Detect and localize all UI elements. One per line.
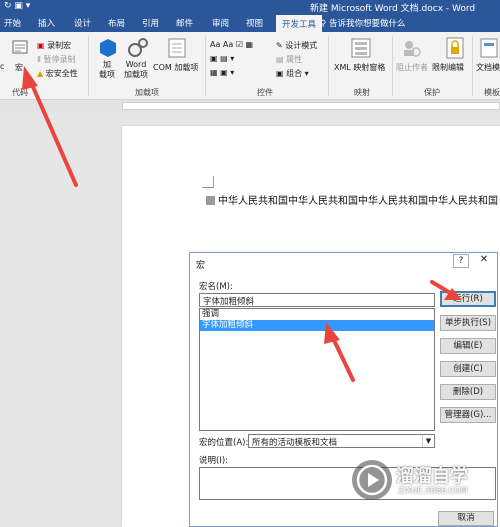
block-authors-icon [404,41,421,57]
text-controls-row[interactable]: Aa Aa ☑ ▦ [210,40,253,49]
watermark-logo: 溜溜自学 ZIXUE.3D66.COM [352,460,500,510]
xml-mapping-icon [351,38,371,58]
warning-icon: ▲ [37,69,44,78]
play-icon [356,464,388,496]
dialog-title: 宏 [196,261,206,271]
ribbon-separator [472,36,473,96]
description-label: 说明(I): [199,456,229,466]
com-addins-button[interactable]: COM 加载项 [153,62,198,73]
ribbon-tabs: 开始 插入 设计 布局 引用 邮件 审阅 视图 开发工具 ⚲ 告诉我你想要做什么 [0,14,500,32]
create-button[interactable]: 创建(C) [440,361,496,377]
ribbon-separator [328,36,329,96]
organizer-button[interactable]: 管理器(G)... [440,407,496,423]
macro-list-item[interactable]: 强调 [200,309,434,320]
document-template-button[interactable]: 文档模 [476,62,500,73]
delete-button[interactable]: 删除(D) [440,384,496,400]
ribbon-separator [392,36,393,96]
edit-button[interactable]: 编辑(E) [440,338,496,354]
macros-icon [12,40,28,54]
run-button[interactable]: 运行(R) [440,291,496,307]
properties-button[interactable]: ▤ 属性 [276,54,302,65]
macro-location-select[interactable]: 所有的活动模板和文档 ▼ [248,434,435,448]
macro-location-value: 所有的活动模板和文档 [252,438,338,448]
ribbon-separator [88,36,89,96]
group-label-addins: 加载项 [135,88,159,97]
design-mode-button[interactable]: ✎ 设计模式 [276,40,317,51]
com-addins-icon [168,38,186,58]
horizontal-ruler[interactable] [0,100,500,112]
gear-icon [128,38,148,57]
properties-icon: ▤ [276,55,284,64]
help-button[interactable]: ? [453,254,469,268]
watermark-brand: 溜溜自学 [396,466,468,487]
picture-controls-row[interactable]: ▣ ▤ ▾ [210,54,234,63]
cursor-marker [206,196,215,205]
group-icon: ▣ [276,69,284,78]
search-icon: ⚲ [320,19,329,29]
tab-home[interactable]: 开始 [4,17,21,29]
tell-me-text: 告诉我你想要做什么 [328,19,406,29]
tab-view[interactable]: 视图 [246,17,263,29]
addins-icon [100,39,116,57]
tab-review[interactable]: 审阅 [212,17,229,29]
block-authors-button[interactable]: 阻止作者 [396,62,428,73]
step-into-button[interactable]: 单步执行(S) [440,315,496,331]
margin-corner-mark [202,176,214,188]
close-icon[interactable]: ✕ [476,254,492,268]
title-bar: ↻ ▣ ▾ 新建 Microsoft Word 文档.docx - Word [0,0,500,14]
macro-list-item-selected[interactable]: 字体加粗倾斜 [200,320,434,331]
design-mode-icon: ✎ [276,41,283,50]
macros-button[interactable]: 宏 [15,62,23,73]
record-icon: ▣ [37,41,45,50]
record-macro-button[interactable]: ▣ 录制宏 [37,40,71,51]
cancel-button[interactable]: 取消 [438,511,494,526]
macro-list[interactable]: 强调 字体加粗倾斜 [199,308,435,431]
quick-access-toolbar[interactable]: ↻ ▣ ▾ [4,1,30,11]
ruler-bar [122,102,500,110]
watermark-url: ZIXUE.3D66.COM [398,486,468,495]
group-label-templates: 模板 [484,88,500,97]
tell-me-search[interactable]: ⚲ 告诉我你想要做什么 [320,17,405,29]
tab-references[interactable]: 引用 [142,17,159,29]
macro-location-label: 宏的位置(A): [199,438,249,448]
visual-basic-cut-label[interactable]: c [0,62,4,71]
tab-developer[interactable]: 开发工具 [276,15,323,32]
legacy-controls-row[interactable]: ▦ ▣ ▾ [210,68,234,77]
tab-insert[interactable]: 插入 [38,17,55,29]
ribbon: c 宏 ▣ 录制宏 Ⅱ 暂停录制 ▲ 宏安全性 代码 加 载项 Word 加载项… [0,32,500,100]
tab-layout[interactable]: 布局 [108,17,125,29]
document-text: 中华人民共和国中华人民共和国中华人民共和国中华人民共和国 [218,196,498,207]
window-title: 新建 Microsoft Word 文档.docx - Word [310,4,476,14]
group-label-code: 代码 [12,88,28,97]
group-label-controls: 控件 [257,88,273,97]
document-text-line[interactable]: 中华人民共和国中华人民共和国中华人民共和国中华人民共和国 [206,192,498,207]
group-button[interactable]: ▣ 组合 ▾ [276,68,309,79]
xml-mapping-pane-button[interactable]: XML 映射窗格 [334,62,385,73]
restrict-editing-button[interactable]: 限制编辑 [432,62,464,73]
tab-design[interactable]: 设计 [74,17,91,29]
lock-icon [446,37,464,59]
addins-button[interactable]: 加 载项 [99,60,115,80]
group-label-protect: 保护 [424,88,440,97]
document-template-icon [480,38,498,58]
macro-name-label: 宏名(M): [199,282,233,292]
pause-recording-button[interactable]: Ⅱ 暂停录制 [37,54,75,65]
pause-icon: Ⅱ [37,55,41,64]
ribbon-separator [205,36,206,96]
word-addins-button[interactable]: Word 加载项 [124,60,148,80]
macro-security-button[interactable]: ▲ 宏安全性 [37,68,78,79]
chevron-down-icon[interactable]: ▼ [422,435,434,447]
play-logo-icon [352,460,392,500]
group-label-mapping: 映射 [354,88,370,97]
macro-name-input[interactable]: 字体加粗倾斜 [199,293,435,307]
tab-mailings[interactable]: 邮件 [176,17,193,29]
